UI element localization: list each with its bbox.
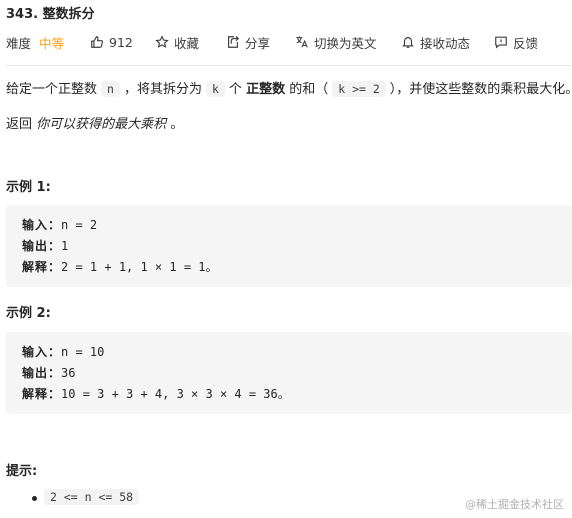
favorite-button[interactable]: 收藏 [155, 33, 199, 51]
desc-text: 给定一个正整数 [6, 82, 98, 97]
input-label: 输入： [22, 218, 62, 232]
favorite-label: 收藏 [174, 35, 200, 51]
desc-text: 。 [170, 117, 184, 132]
output-label: 输出： [22, 366, 62, 380]
difficulty-label: 难度 [6, 35, 32, 51]
hint-bullet [32, 496, 37, 501]
hint-item: 2 <= n <= 58 [44, 489, 140, 505]
description-paragraph-2: 返回 你可以获得的最大乘积 。 [6, 113, 183, 132]
input-value: n = 10 [61, 345, 105, 359]
thumbs-up-icon [91, 36, 104, 48]
feedback-icon [495, 36, 507, 49]
like-count: 912 [109, 34, 133, 50]
example-1-block: 输入：n = 2 输出：1 解释：2 = 1 + 1, 1 × 1 = 1。 [6, 205, 572, 287]
example-2-input: 输入：n = 10 [22, 343, 104, 360]
inline-code-k: k [205, 81, 225, 97]
difficulty: 难度 中等 [6, 33, 64, 51]
explain-value: 10 = 3 + 3 + 4, 3 × 3 × 4 = 36。 [61, 387, 290, 401]
desc-text: ，将其拆分为 [123, 82, 202, 97]
example-2-output: 输出：36 [22, 364, 75, 381]
output-label: 输出： [22, 239, 62, 253]
desc-text: 个 [228, 82, 242, 97]
example-1-input: 输入：n = 2 [22, 216, 97, 233]
inline-code-condition: k >= 2 [332, 81, 386, 97]
desc-text: 返回 [6, 117, 33, 132]
subscribe-button[interactable]: 接收动态 [401, 33, 470, 51]
feedback-label: 反馈 [513, 35, 539, 51]
problem-title: 343. 整数拆分 [6, 7, 95, 22]
desc-text: 的和（ [289, 82, 329, 97]
hints-heading: 提示: [6, 464, 38, 479]
share-button[interactable]: 分享 [226, 33, 270, 51]
example-1-output: 输出：1 [22, 237, 68, 254]
desc-emphasis: 你可以获得的最大乘积 [36, 117, 167, 132]
output-value: 1 [61, 239, 69, 253]
bell-icon [402, 37, 414, 48]
translate-button[interactable]: 切换为英文 [295, 33, 377, 51]
description-paragraph-1: 给定一个正整数 n ，将其拆分为 k 个 正整数 的和（ k >= 2 ），并使这些整数的乘… [6, 78, 572, 97]
explain-value: 2 = 1 + 1, 1 × 1 = 1。 [61, 260, 218, 274]
input-label: 输入： [22, 345, 62, 359]
desc-strong: 正整数 [246, 82, 286, 97]
hint-code: 2 <= n <= 58 [44, 489, 140, 505]
subscribe-label: 接收动态 [420, 35, 471, 51]
share-label: 分享 [245, 35, 271, 51]
example-2-block: 输入：n = 10 输出：36 解释：10 = 3 + 3 + 4, 3 × 3… [6, 332, 572, 414]
example-1-explanation: 解释：2 = 1 + 1, 1 × 1 = 1。 [22, 258, 218, 275]
difficulty-value: 中等 [39, 35, 65, 51]
translate-label: 切换为英文 [314, 35, 377, 51]
star-icon [155, 35, 169, 48]
watermark: @稀土掘金技术社区 [465, 498, 564, 511]
example-2-explanation: 解释：10 = 3 + 3 + 4, 3 × 3 × 4 = 36。 [22, 385, 290, 402]
input-value: n = 2 [61, 218, 98, 232]
explain-label: 解释： [22, 387, 62, 401]
header-divider [6, 65, 572, 66]
translate-icon [296, 36, 308, 48]
desc-text: ），并使这些整数的乘积最大化。 [389, 82, 572, 97]
share-icon [228, 35, 240, 48]
explain-label: 解释： [22, 260, 62, 274]
example-2-heading: 示例 2: [6, 306, 51, 321]
example-1-heading: 示例 1: [6, 180, 51, 195]
output-value: 36 [61, 366, 76, 380]
feedback-button[interactable]: 反馈 [494, 33, 538, 51]
inline-code-n: n [101, 81, 120, 97]
like-button[interactable]: 912 [90, 33, 133, 51]
